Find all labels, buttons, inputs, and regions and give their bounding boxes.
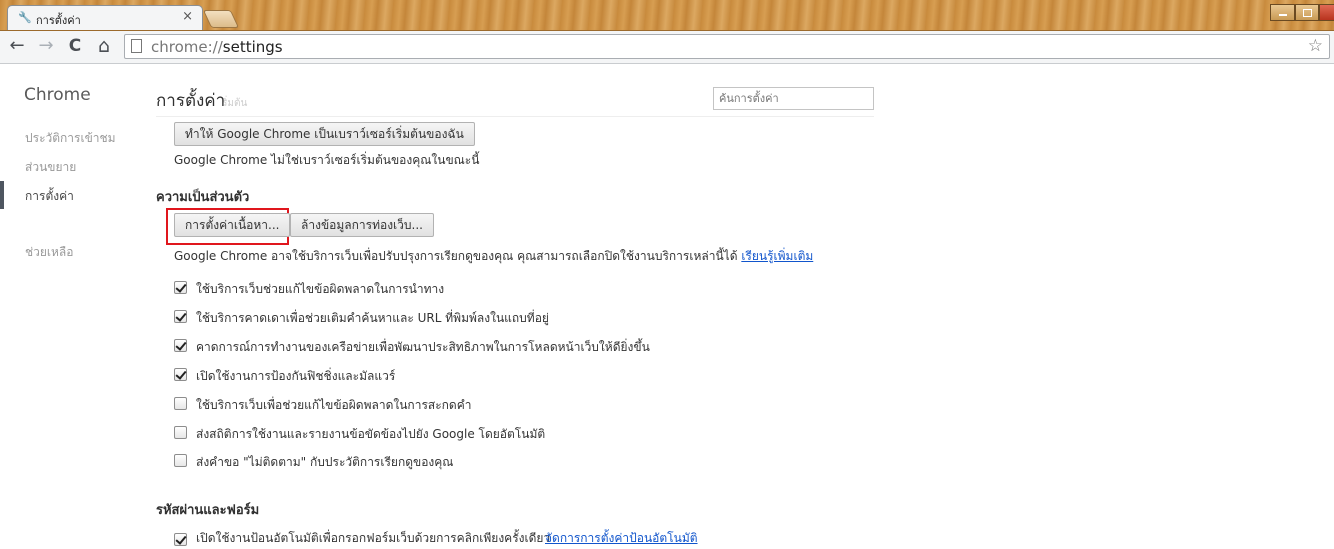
reload-icon[interactable]: C [64,35,86,57]
privacy-description: Google Chrome อาจใช้บริการเว็บเพื่อปรับป… [174,249,814,263]
wrench-icon: 🔧 [18,11,32,24]
window-titlebar: 🔧 การตั้งค่า × [0,0,1334,31]
autofill-settings-link[interactable]: จัดการการตั้งค่าป้อนอัตโนมัติ [545,529,698,548]
checkbox[interactable] [174,397,187,410]
address-bar[interactable]: chrome://settings ☆ [124,34,1330,59]
sidebar-active-indicator [0,181,4,209]
forward-icon[interactable]: → [35,35,57,57]
default-browser-status: Google Chrome ไม่ใช่เบราว์เซอร์เริ่มต้นข… [174,153,480,167]
checkbox[interactable] [174,281,187,294]
clear-browsing-data-button[interactable]: ล้างข้อมูลการท่องเว็บ... [290,213,434,237]
maximize-button[interactable] [1295,4,1319,21]
sidebar-brand: Chrome [24,85,91,105]
header-divider [156,116,874,117]
new-tab-button[interactable] [202,10,240,28]
learn-more-link[interactable]: เรียนรู้เพิ่มเติม [741,249,813,263]
sidebar-item-extensions[interactable]: ส่วนขยาย [25,158,76,177]
autofill-label: เปิดใช้งานป้อนอัตโนมัติเพื่อกรอกฟอร์มเว็… [196,531,551,545]
page-title: การตั้งค่า [156,91,226,111]
checkbox[interactable] [174,426,187,439]
minimize-button[interactable] [1270,4,1295,21]
checkbox-label: ส่งสถิติการใช้งานและรายงานข้อขัดข้องไปยั… [196,427,546,441]
home-icon[interactable]: ⌂ [93,35,115,57]
url-text[interactable]: chrome://settings [151,38,283,56]
checkbox-label: ส่งคำขอ "ไม่ติดตาม" กับประวัติการเรียกดู… [196,455,454,469]
tab-settings[interactable]: 🔧 การตั้งค่า × [7,5,203,30]
make-default-browser-button[interactable]: ทำให้ Google Chrome เป็นเบราว์เซอร์เริ่ม… [174,122,475,146]
page-icon [131,39,142,53]
checkbox-label: คาดการณ์การทำงานของเครือข่ายเพื่อพัฒนาปร… [196,340,650,354]
overlapped-heading-text: ริ่มต้น [222,98,248,109]
privacy-heading: ความเป็นส่วนตัว [156,190,250,205]
checkbox[interactable] [174,339,187,352]
bookmark-star-icon[interactable]: ☆ [1308,36,1323,56]
checkbox-label: ใช้บริการเว็บเพื่อช่วยแก้ไขข้อผิดพลาดในก… [196,398,472,412]
sidebar-item-history[interactable]: ประวัติการเข้าชม [25,129,116,148]
checkbox[interactable] [174,454,187,467]
browser-toolbar: ← → C ⌂ chrome://settings ☆ [0,31,1334,64]
search-settings-input[interactable] [713,87,874,110]
checkbox-label: ใช้บริการคาดเดาเพื่อช่วยเติมคำค้นหาและ U… [196,311,549,325]
checkbox-label: ใช้บริการเว็บช่วยแก้ไขข้อผิดพลาดในการนำท… [196,282,445,296]
checkbox[interactable] [174,310,187,323]
passwords-heading: รหัสผ่านและฟอร์ม [156,503,260,518]
checkbox-label: เปิดใช้งานการป้องกันฟิชชิ่งและมัลแวร์ [196,369,396,383]
tab-title: การตั้งค่า [36,14,81,27]
content-settings-button[interactable]: การตั้งค่าเนื้อหา... [174,213,291,237]
close-window-button[interactable] [1319,4,1334,21]
sidebar-item-settings[interactable]: การตั้งค่า [25,187,74,206]
tab-close-icon[interactable]: × [182,9,193,24]
sidebar-item-help[interactable]: ช่วยเหลือ [25,243,74,262]
checkbox[interactable] [174,368,187,381]
back-icon[interactable]: ← [6,35,28,57]
